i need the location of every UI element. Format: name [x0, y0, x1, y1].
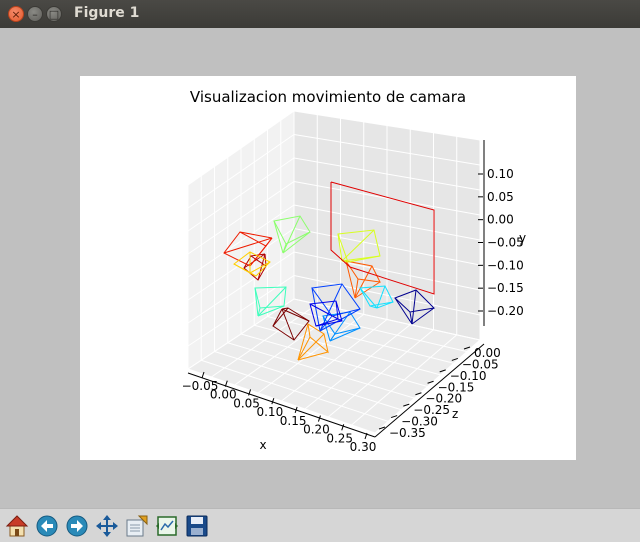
y-axis-label: z — [452, 407, 458, 421]
window-titlebar: × – □ Figure 1 — [0, 0, 640, 28]
x-axis-label: x — [259, 438, 266, 452]
maximize-window-button[interactable]: □ — [46, 6, 62, 22]
z-tick-label: −0.15 — [487, 281, 524, 295]
move-icon — [96, 515, 118, 537]
subplots-button[interactable] — [154, 513, 180, 539]
back-button[interactable] — [34, 513, 60, 539]
floppy-icon — [186, 515, 208, 537]
y-tick-label: 0.00 — [474, 346, 501, 360]
plot-3d[interactable]: −0.050.000.050.100.150.200.250.30−0.35−0… — [80, 76, 576, 460]
x-tick — [271, 397, 275, 405]
z-axis-label: y — [519, 231, 526, 245]
z-tick-label: 0.10 — [487, 167, 514, 181]
z-tick-label: 0.05 — [487, 190, 514, 204]
maximize-icon: □ — [48, 8, 60, 21]
minimize-window-button[interactable]: – — [27, 6, 43, 22]
save-button[interactable] — [184, 513, 210, 539]
pan-button[interactable] — [94, 513, 120, 539]
x-tick-label: 0.30 — [350, 440, 377, 454]
forward-button[interactable] — [64, 513, 90, 539]
zoom-rect-icon — [126, 515, 148, 537]
home-button[interactable] — [4, 513, 30, 539]
navigation-toolbar — [0, 508, 640, 542]
chart-title: Visualizacion movimiento de camara — [190, 88, 466, 106]
figure-canvas[interactable]: −0.05 0.00 0.05 0.10 0.15 0.20 0.25 0.30 −0.35 −0… — [0, 28, 640, 508]
close-window-button[interactable]: × — [8, 6, 24, 22]
arrow-right-icon — [66, 515, 88, 537]
subplots-icon — [156, 516, 178, 536]
figure-area: −0.05 0.00 0.05 0.10 0.15 0.20 0.25 0.30 −0.35 −0… — [80, 76, 576, 460]
minimize-icon: – — [32, 8, 38, 21]
close-icon: × — [11, 8, 21, 21]
zoom-button[interactable] — [124, 513, 150, 539]
z-tick-label: −0.20 — [487, 304, 524, 318]
z-tick-label: 0.00 — [487, 213, 514, 227]
window-title: Figure 1 — [74, 5, 140, 21]
home-icon — [5, 515, 29, 537]
z-tick-label: −0.10 — [487, 258, 524, 272]
arrow-left-icon — [36, 515, 58, 537]
